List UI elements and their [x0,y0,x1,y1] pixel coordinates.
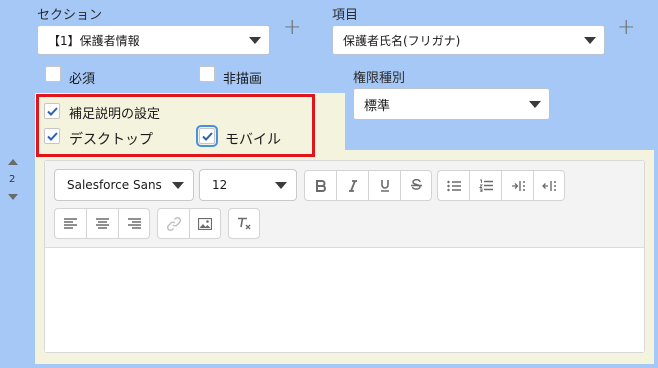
caret-down-icon [529,100,541,108]
clear-group [228,208,260,239]
underline-button[interactable] [368,170,400,201]
align-right-button[interactable] [118,208,150,239]
section-select-value: 【1】保護者情報 [48,33,140,48]
item-label: 項目 [332,8,359,23]
bullet-list-button[interactable] [437,170,469,201]
outdent-button[interactable] [533,170,565,201]
indent-icon [511,180,525,191]
align-group [54,208,150,239]
section-label: セクション [37,8,103,23]
permission-select-value: 標準 [364,98,391,114]
check-icon [46,106,58,116]
numbered-list-icon [478,179,493,192]
clear-format-button[interactable] [228,208,260,239]
mobile-label: モバイル [225,132,281,148]
plus-icon[interactable]: + [617,17,635,39]
indent-button[interactable] [501,170,533,201]
strikethrough-icon [410,179,422,190]
caret-down-icon [172,181,184,189]
sort-down-icon[interactable] [8,194,18,200]
desktop-label: デスクトップ [69,132,153,148]
no-render-checkbox[interactable] [199,66,215,82]
order-value: 2 [9,174,16,185]
sort-up-icon[interactable] [8,159,18,165]
link-button[interactable] [157,208,189,239]
permission-select[interactable]: 標準 [353,88,550,120]
item-select-value: 保護者氏名(フリガナ) [343,33,461,48]
required-checkbox[interactable] [45,66,61,82]
image-button[interactable] [189,208,221,239]
no-render-label: 非描画 [223,72,263,87]
strikethrough-button[interactable] [400,170,432,201]
align-left-button[interactable] [54,208,86,239]
section-select[interactable]: 【1】保護者情報 [37,25,270,55]
font-size-select[interactable]: 12 [199,169,297,201]
numbered-list-button[interactable] [469,170,501,201]
permission-label: 権限種別 [353,71,406,86]
font-family-select[interactable]: Salesforce Sans [54,169,194,201]
format-group [304,170,432,201]
required-label: 必須 [69,72,96,87]
plus-icon[interactable]: + [283,17,301,39]
help-setting-label: 補足説明の設定 [69,107,161,122]
list-group [437,170,565,201]
check-icon [201,131,213,141]
align-center-button[interactable] [86,208,118,239]
clear-format-icon [237,217,250,229]
check-icon [46,131,58,141]
mobile-checkbox[interactable] [196,125,218,147]
editor-content-area[interactable] [45,248,644,352]
caret-down-icon [275,181,287,189]
insert-group [157,208,221,239]
outdent-icon [542,180,556,191]
caret-down-icon [584,36,596,44]
italic-icon [348,179,357,192]
align-left-icon [64,218,77,229]
bullet-list-icon [446,180,461,191]
help-setting-checkbox[interactable] [44,103,60,119]
bold-icon [315,179,326,192]
caret-down-icon [249,36,261,44]
align-right-icon [127,218,141,229]
italic-button[interactable] [336,170,368,201]
font-family-value: Salesforce Sans [67,178,162,192]
bold-button[interactable] [304,170,336,201]
desktop-checkbox[interactable] [44,128,60,144]
font-size-value: 12 [212,178,228,192]
item-select[interactable]: 保護者氏名(フリガナ) [332,25,605,55]
underline-icon [380,180,389,192]
image-icon [198,217,212,230]
link-icon [166,216,181,231]
align-center-icon [96,218,109,229]
